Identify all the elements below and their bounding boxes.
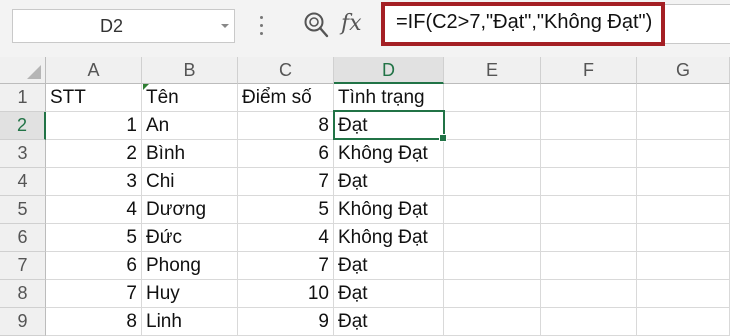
cell-stt[interactable]: 2 [46,140,142,168]
cell-tinh-trang[interactable]: Đạt [334,112,444,140]
cell-diem[interactable]: 7 [238,252,334,280]
select-all-button[interactable] [0,57,46,84]
cell-ten[interactable]: Dương [142,196,238,224]
cell-empty[interactable] [541,112,637,140]
formula-text: =IF(C2>7,"Đạt","Không Đạt") [396,11,653,33]
cell-empty[interactable] [444,196,541,224]
cell-ten[interactable]: Chi [142,168,238,196]
cell-empty[interactable] [444,112,541,140]
cell-empty[interactable] [444,280,541,308]
column-header-g[interactable]: G [637,57,730,84]
cell-empty[interactable] [444,168,541,196]
row-header[interactable]: 5 [0,196,46,224]
row-header[interactable]: 2 [0,112,46,140]
column-header-b[interactable]: B [142,57,238,84]
cell-empty[interactable] [637,252,730,280]
cell-empty[interactable] [541,280,637,308]
formula-bar-area: D2 fx =IF(C2>7,"Đạt","Không Đạt") [0,0,730,57]
cell-empty[interactable] [637,112,730,140]
column-header-c[interactable]: C [238,57,334,84]
drag-handle-icon[interactable] [258,12,264,42]
row-header[interactable]: 7 [0,252,46,280]
spreadsheet-grid: A B C D E F G 1 2 3 4 5 6 7 8 9 STT Tên … [0,57,730,336]
cell-ten[interactable]: An [142,112,238,140]
zoom-icon[interactable] [303,11,329,39]
row-header[interactable]: 6 [0,224,46,252]
cell-empty[interactable] [541,140,637,168]
cell-diem[interactable]: 8 [238,112,334,140]
cell-stt[interactable]: 6 [46,252,142,280]
cell-stt[interactable]: 7 [46,280,142,308]
cell-empty[interactable] [444,140,541,168]
name-box-value: D2 [99,16,123,36]
chevron-down-icon[interactable] [220,21,230,31]
cell-empty[interactable] [541,168,637,196]
cell-empty[interactable] [637,196,730,224]
row-header[interactable]: 1 [0,84,46,112]
column-header-e[interactable]: E [444,57,541,84]
cell-d1[interactable]: Tình trạng [334,84,444,112]
cell-b1[interactable]: Tên [142,84,238,112]
cell-tinh-trang[interactable]: Đạt [334,280,444,308]
cell-diem[interactable]: 6 [238,140,334,168]
cell-tinh-trang[interactable]: Không Đạt [334,224,444,252]
cell-empty[interactable] [541,224,637,252]
cell-ten[interactable]: Bình [142,140,238,168]
cell-tinh-trang[interactable]: Đạt [334,252,444,280]
column-header-d[interactable]: D [334,57,444,84]
cell-tinh-trang[interactable]: Đạt [334,168,444,196]
cell-stt[interactable]: 3 [46,168,142,196]
cell-empty[interactable] [637,224,730,252]
cell-c1[interactable]: Điểm số [238,84,334,112]
cell-empty[interactable] [444,252,541,280]
cell-error-indicator-icon [143,84,149,90]
column-header-a[interactable]: A [46,57,142,84]
cell-diem[interactable]: 4 [238,224,334,252]
cell-empty[interactable] [541,252,637,280]
cell-e1[interactable] [444,84,541,112]
cell-empty[interactable] [444,224,541,252]
cell-empty[interactable] [637,280,730,308]
cell-stt[interactable]: 5 [46,224,142,252]
cell-diem[interactable]: 7 [238,168,334,196]
cell-g1[interactable] [637,84,730,112]
cell-empty[interactable] [541,196,637,224]
cell-f1[interactable] [541,84,637,112]
cell-a1[interactable]: STT [46,84,142,112]
insert-function-icon[interactable]: fx [341,9,371,39]
cell-empty[interactable] [637,168,730,196]
cell-ten[interactable]: Huy [142,280,238,308]
row-header[interactable]: 3 [0,140,46,168]
cell-empty[interactable] [637,140,730,168]
cell-diem[interactable]: 10 [238,280,334,308]
row-header[interactable]: 8 [0,280,46,308]
cell-ten[interactable]: Đức [142,224,238,252]
cell-diem[interactable]: 5 [238,196,334,224]
column-header-f[interactable]: F [541,57,637,84]
name-box[interactable]: D2 [12,9,235,43]
cell-tinh-trang[interactable]: Không Đạt [334,196,444,224]
cell-stt[interactable]: 1 [46,112,142,140]
cell-tinh-trang[interactable]: Không Đạt [334,140,444,168]
cell-stt[interactable]: 4 [46,196,142,224]
row-header[interactable]: 4 [0,168,46,196]
cell-ten[interactable]: Phong [142,252,238,280]
